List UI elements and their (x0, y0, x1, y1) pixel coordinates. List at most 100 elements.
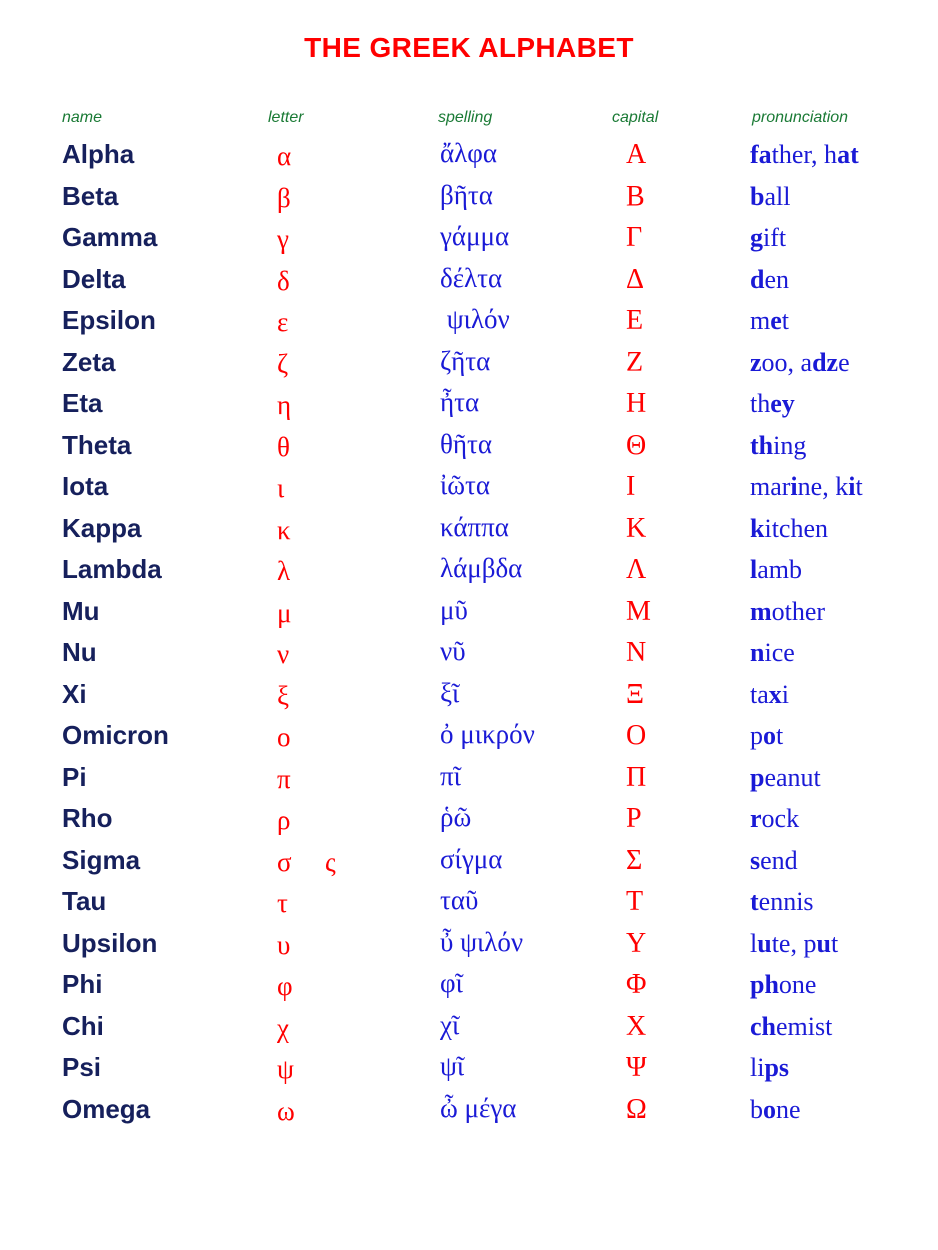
lowercase-letter: β (277, 185, 291, 212)
capital-letter: Ψ (626, 1054, 647, 1082)
greek-spelling: ἖ ψιλόν (440, 306, 510, 333)
letter-name: Eta (62, 390, 102, 416)
greek-spelling: γάμμα (440, 223, 509, 250)
pronunciation-highlight: at (837, 140, 859, 169)
letter-name: Phi (62, 971, 102, 997)
letter-name: Lambda (62, 556, 162, 582)
pronunciation-example: father, hat (750, 142, 859, 168)
pronunciation-highlight: b (750, 182, 764, 211)
pronunciation-highlight: r (750, 804, 762, 833)
capital-letter: Λ (626, 556, 646, 584)
pronunciation-text: b (750, 1095, 763, 1124)
table-row: Rho ρ ῥῶ Ρrock (0, 802, 938, 844)
lowercase-letter: υ (277, 932, 290, 959)
pronunciation-text: ing (773, 431, 806, 460)
pronunciation-example: zoo, adze (750, 350, 850, 376)
pronunciation-highlight: ey (770, 389, 795, 418)
pronunciation-highlight: m (750, 597, 772, 626)
capital-letter: Φ (626, 971, 646, 999)
capital-letter: Ι (626, 473, 635, 501)
pronunciation-highlight: t (750, 887, 759, 916)
pronunciation-example: kitchen (750, 516, 828, 542)
greek-spelling: ψῖ (440, 1053, 464, 1080)
lowercase-letter: γ (277, 226, 289, 253)
lowercase-letter: α (277, 143, 291, 170)
pronunciation-example: met (750, 308, 789, 334)
capital-letter: Υ (626, 930, 646, 958)
pronunciation-example: send (750, 848, 798, 874)
column-header-letter: letter (268, 110, 304, 126)
pronunciation-text: ennis (759, 887, 814, 916)
pronunciation-highlight: z (750, 348, 762, 377)
pronunciation-highlight: x (769, 680, 782, 709)
greek-spelling: φῖ (440, 970, 463, 997)
table-row: Xi ξ ξῖ Ξtaxi (0, 678, 938, 720)
lowercase-letter: ω (277, 1098, 295, 1125)
pronunciation-example: marine, kit (750, 474, 863, 500)
capital-letter: Θ (626, 432, 646, 460)
greek-spelling: ταῦ (440, 887, 478, 914)
table-body: Alpha α ἄλφα Αfather, hat Beta β βῆτα Βball Gamm… (0, 138, 938, 1134)
pronunciation-example: den (750, 267, 789, 293)
capital-letter: Η (626, 390, 646, 418)
letter-name: Psi (62, 1054, 101, 1080)
lowercase-letter-final-form: ς (325, 849, 336, 876)
capital-letter: Ε (626, 307, 643, 335)
lowercase-letter: χ (277, 1015, 289, 1042)
table-header-row: name letter spelling capital pronunciati… (0, 104, 938, 138)
letter-name: Omicron (62, 722, 169, 748)
table-row: Nu ν νῦ Νnice (0, 636, 938, 678)
greek-spelling: νῦ (440, 638, 466, 665)
capital-letter: Χ (626, 1013, 646, 1041)
pronunciation-text: i (782, 680, 789, 709)
table-row: Chi χ χῖ Χchemist (0, 1010, 938, 1052)
capital-letter: Β (626, 183, 645, 211)
capital-letter: Δ (626, 266, 644, 294)
greek-spelling: ἄλφα (440, 140, 497, 167)
pronunciation-text: eanut (764, 763, 820, 792)
greek-spelling: δέλτα (440, 265, 502, 292)
letter-name: Beta (62, 183, 118, 209)
letter-name: Pi (62, 764, 87, 790)
lowercase-letter: λ (277, 558, 290, 585)
letter-name: Kappa (62, 515, 141, 541)
greek-spelling: ἦτα (440, 389, 479, 416)
lowercase-letter: ι (277, 475, 284, 502)
letter-name: Omega (62, 1096, 150, 1122)
pronunciation-text: p (750, 721, 763, 750)
letter-name: Iota (62, 473, 108, 499)
pronunciation-highlight: th (750, 431, 773, 460)
pronunciation-highlight: s (750, 846, 760, 875)
column-header-pronunciation: pronunciation (752, 110, 848, 126)
pronunciation-text: ift (763, 223, 786, 252)
pronunciation-example: gift (750, 225, 786, 251)
lowercase-letter: κ (277, 517, 291, 544)
capital-letter: Μ (626, 598, 651, 626)
pronunciation-highlight: p (750, 763, 764, 792)
pronunciation-text: all (764, 182, 790, 211)
pronunciation-example: taxi (750, 682, 789, 708)
capital-letter: Κ (626, 515, 646, 543)
capital-letter: Π (626, 764, 646, 792)
column-header-spelling: spelling (438, 110, 492, 126)
pronunciation-text: t (855, 472, 862, 501)
pronunciation-text: amb (757, 555, 802, 584)
capital-letter: Γ (626, 224, 642, 252)
pronunciation-example: peanut (750, 765, 821, 791)
pronunciation-example: lute, put (750, 931, 838, 957)
table-row: Beta β βῆτα Βball (0, 180, 938, 222)
letter-name: Gamma (62, 224, 157, 250)
pronunciation-example: mother (750, 599, 825, 625)
letter-name: Alpha (62, 141, 134, 167)
lowercase-letter: ε (277, 309, 288, 336)
lowercase-letter: ψ (277, 1056, 294, 1083)
pronunciation-highlight: u (816, 929, 830, 958)
pronunciation-highlight: i (790, 472, 797, 501)
pronunciation-highlight: u (757, 929, 771, 958)
lowercase-letter: η (277, 392, 291, 419)
lowercase-letter: ζ (277, 351, 288, 378)
pronunciation-text: ta (750, 680, 769, 709)
pronunciation-highlight: ph (750, 970, 779, 999)
lowercase-letter: τ (277, 890, 288, 917)
table-row: Pi π πῖ Πpeanut (0, 761, 938, 803)
